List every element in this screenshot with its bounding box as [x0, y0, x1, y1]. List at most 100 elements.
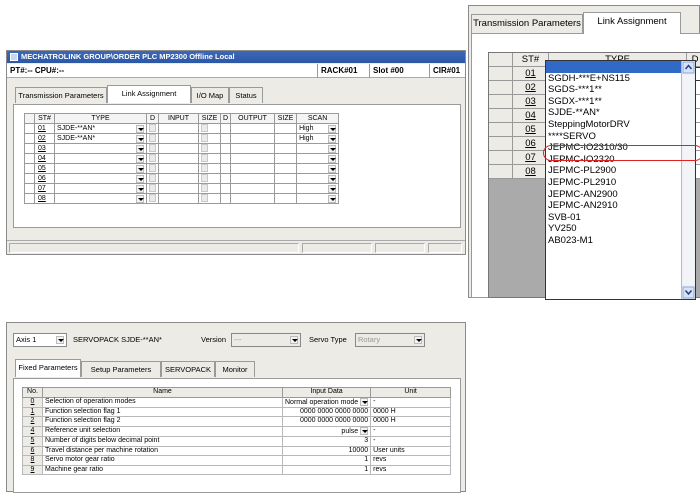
chevron-down-icon[interactable]	[136, 135, 144, 143]
size-cell[interactable]	[274, 133, 298, 144]
chevron-down-icon[interactable]	[414, 336, 422, 344]
checkbox-icon[interactable]	[149, 184, 156, 193]
output-cell[interactable]	[230, 183, 276, 194]
type-dropdown-list[interactable]: SGDH-***E+NS115 SGDS-***1** SGDX-***1** …	[545, 60, 696, 300]
type-select[interactable]: SJDE-**AN*	[54, 123, 147, 134]
scan-select[interactable]	[296, 193, 340, 204]
chevron-down-icon[interactable]	[328, 175, 337, 183]
dropdown-option[interactable]: YV250	[546, 223, 695, 235]
size-spinner[interactable]	[201, 154, 208, 163]
size-cell[interactable]	[198, 163, 221, 174]
size-cell[interactable]	[274, 163, 298, 174]
d-checkbox[interactable]	[146, 123, 159, 134]
size-cell[interactable]	[274, 143, 298, 154]
size-spinner[interactable]	[201, 164, 208, 173]
chevron-down-icon[interactable]	[136, 155, 144, 163]
d-checkbox[interactable]	[146, 153, 159, 164]
d-checkbox[interactable]	[146, 183, 159, 194]
chevron-down-icon[interactable]	[290, 336, 298, 344]
chevron-down-icon[interactable]	[136, 125, 144, 133]
dropdown-option[interactable]: SteppingMotorDRV	[546, 119, 695, 131]
d-checkbox[interactable]	[146, 173, 159, 184]
size-cell[interactable]	[198, 183, 221, 194]
chevron-down-icon[interactable]	[136, 165, 144, 173]
scan-select[interactable]: High	[296, 133, 340, 144]
input-cell[interactable]	[158, 143, 199, 154]
size-cell[interactable]	[198, 133, 221, 144]
dropdown-option[interactable]: JEPMC-PL2900	[546, 165, 695, 177]
d-cell[interactable]	[219, 173, 232, 184]
d-checkbox[interactable]	[146, 133, 159, 144]
checkbox-icon[interactable]	[149, 194, 156, 203]
dropdown-option[interactable]: SGDX-***1**	[546, 96, 695, 108]
scan-select[interactable]	[296, 173, 340, 184]
size-spinner[interactable]	[201, 144, 208, 153]
size-cell[interactable]	[274, 153, 298, 164]
output-cell[interactable]	[230, 163, 276, 174]
scan-select[interactable]	[296, 143, 340, 154]
scan-select[interactable]	[296, 163, 340, 174]
size-cell[interactable]	[274, 173, 298, 184]
chevron-down-icon[interactable]	[328, 125, 337, 133]
param-input[interactable]: 1	[281, 455, 372, 466]
output-cell[interactable]	[230, 173, 276, 184]
d-checkbox[interactable]	[146, 143, 159, 154]
tab-link-assignment[interactable]: Link Assignment	[583, 12, 681, 34]
d-cell[interactable]	[219, 163, 232, 174]
chevron-down-icon[interactable]	[328, 195, 337, 203]
size-spinner[interactable]	[201, 134, 208, 143]
dropdown-option-selected[interactable]: SJDE-**AN*	[546, 107, 695, 119]
dropdown-option[interactable]: SGDH-***E+NS115	[546, 73, 695, 85]
checkbox-icon[interactable]	[149, 174, 156, 183]
scrollbar-arrows[interactable]	[682, 61, 695, 299]
checkbox-icon[interactable]	[149, 154, 156, 163]
param-input[interactable]: 3	[281, 436, 372, 447]
input-cell[interactable]	[158, 173, 199, 184]
size-cell[interactable]	[198, 123, 221, 134]
chevron-down-icon[interactable]	[328, 185, 337, 193]
chevron-down-icon[interactable]	[328, 135, 337, 143]
dropdown-option[interactable]: ****SERVO	[546, 131, 695, 143]
output-cell[interactable]	[230, 133, 276, 144]
chevron-down-icon[interactable]	[56, 336, 64, 344]
d-cell[interactable]	[219, 123, 232, 134]
type-select[interactable]	[54, 183, 147, 194]
d-cell[interactable]	[219, 183, 232, 194]
d-checkbox[interactable]	[146, 163, 159, 174]
output-cell[interactable]	[230, 123, 276, 134]
checkbox-icon[interactable]	[149, 134, 156, 143]
dropdown-option[interactable]: JEPMC-AN2910	[546, 200, 695, 212]
chevron-down-icon[interactable]	[328, 145, 337, 153]
reference-unit-select[interactable]: pulse	[281, 425, 372, 438]
param-input[interactable]: 10000	[281, 445, 372, 457]
tab-transmission-parameters[interactable]: Transmission Parameters	[15, 87, 107, 103]
type-select[interactable]	[54, 153, 147, 164]
dropdown-scrollbar[interactable]	[681, 61, 695, 299]
chevron-down-icon[interactable]	[136, 185, 144, 193]
size-spinner[interactable]	[201, 124, 208, 133]
tab-monitor[interactable]: Monitor	[215, 361, 255, 377]
chevron-down-icon[interactable]	[136, 175, 144, 183]
scan-select[interactable]: High	[296, 123, 340, 134]
size-spinner[interactable]	[201, 184, 208, 193]
type-select[interactable]	[54, 173, 147, 184]
chevron-down-icon[interactable]	[360, 397, 369, 406]
tab-fixed-parameters[interactable]: Fixed Parameters	[15, 359, 81, 377]
tab-transmission-parameters[interactable]: Transmission Parameters	[471, 14, 583, 34]
type-select[interactable]: SJDE-**AN*	[54, 133, 147, 144]
checkbox-icon[interactable]	[149, 124, 156, 133]
param-input[interactable]: 0000 0000 0000 0000	[281, 416, 372, 427]
servo-type-select[interactable]: Rotary	[355, 333, 425, 347]
param-input[interactable]: 0000 0000 0000 0000	[281, 406, 372, 418]
chevron-down-icon[interactable]	[328, 155, 337, 163]
param-input[interactable]: 1	[281, 464, 372, 476]
size-cell[interactable]	[198, 173, 221, 184]
input-cell[interactable]	[158, 163, 199, 174]
dropdown-option[interactable]: AB023-M1	[546, 235, 695, 247]
type-select[interactable]	[54, 163, 147, 174]
tab-status[interactable]: Status	[229, 87, 263, 103]
axis-select[interactable]: Axis 1	[13, 333, 67, 347]
d-checkbox[interactable]	[146, 193, 159, 204]
scan-select[interactable]	[296, 153, 340, 164]
d-cell[interactable]	[219, 133, 232, 144]
